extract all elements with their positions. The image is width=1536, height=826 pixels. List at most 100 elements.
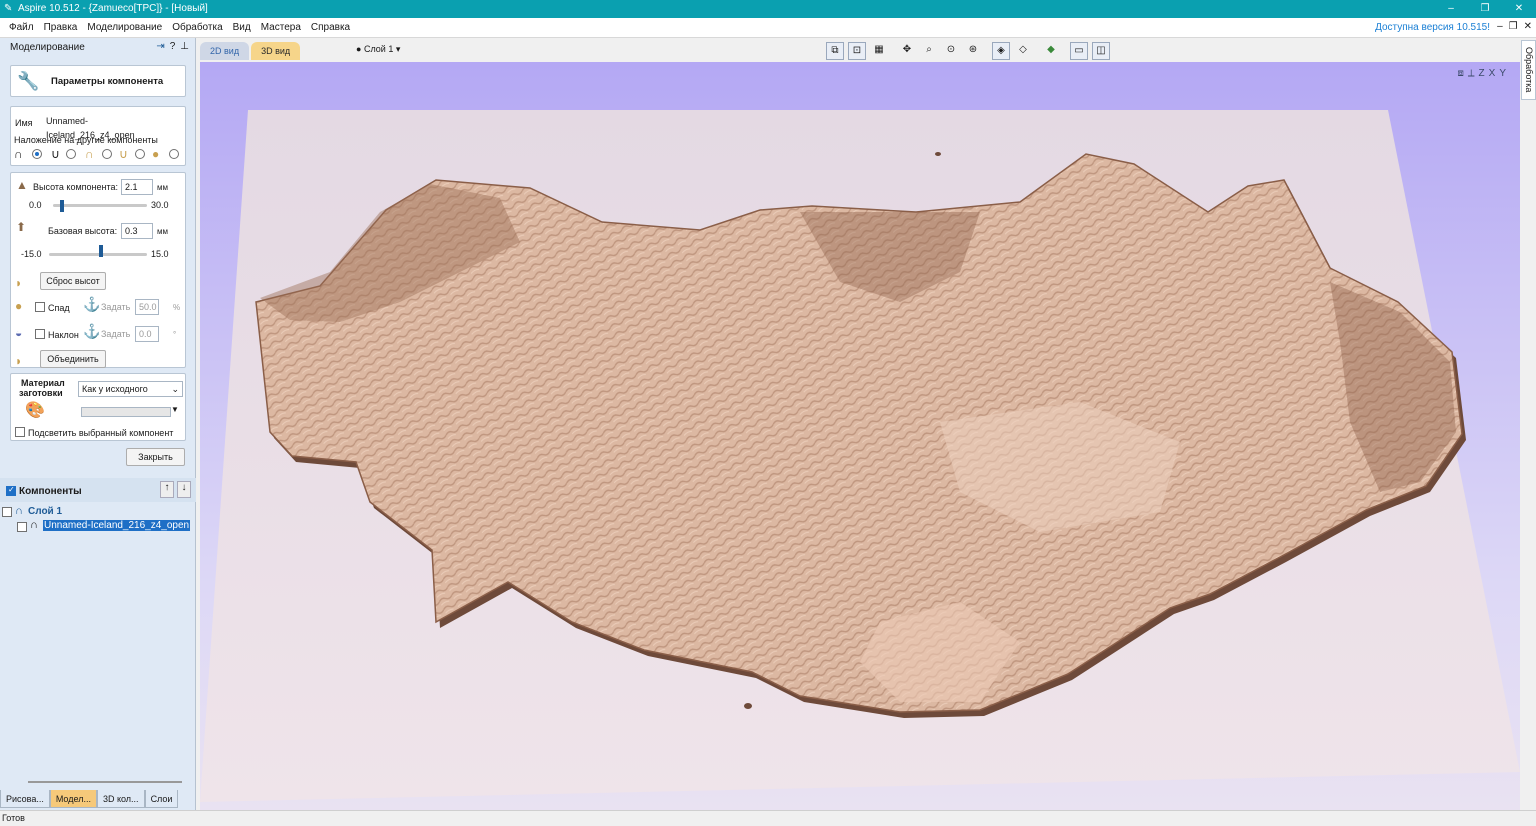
move-down-icon[interactable]: ↓ [177,481,191,498]
name-field[interactable]: Unnamed-Iceland_216_z4_open [43,114,175,140]
material-swatch[interactable] [81,407,171,417]
highlight-label: Подсветить выбранный компонент [28,428,174,438]
split-h-icon[interactable]: ▭ [1070,42,1088,60]
palette-icon: 🎨 [25,402,45,419]
material-select[interactable]: Как у исходного ⌄ [78,381,183,397]
base-height-min: -15.0 [21,249,42,259]
swatch-dropdown-icon[interactable]: ▼ [171,405,179,414]
zoom-select-icon[interactable]: ⊛ [964,42,982,60]
material-view-icon[interactable]: ◆ [1042,42,1060,60]
toolpath-view-icon[interactable]: ◇ [1014,42,1032,60]
doc-close-button[interactable]: ✕ [1524,21,1532,32]
minimize-button[interactable]: – [1434,0,1468,18]
menu-edit[interactable]: Правка [39,22,83,33]
menu-modeling[interactable]: Моделирование [82,22,167,33]
menu-help[interactable]: Справка [306,22,355,33]
component-checkbox[interactable] [17,521,27,532]
subtract-mode-icon: ∪ [51,147,60,161]
layer-icon: ∩ [15,505,23,517]
tab-2d-view[interactable]: 2D вид [200,42,250,60]
overlay-merge-high-radio[interactable] [102,149,112,159]
3d-viewport[interactable]: ⧈ ⟂ Z X Y [200,62,1520,810]
merge-button[interactable]: Объединить [40,350,106,368]
update-available-link[interactable]: Доступна версия 10.515! [1375,22,1490,33]
pan-icon[interactable]: ✥ [898,42,916,60]
menu-toolpaths[interactable]: Обработка [167,22,227,33]
fade-checkbox[interactable] [35,302,45,312]
tab-layers[interactable]: Слои [144,790,179,808]
material-label-2: заготовки [19,388,63,398]
height-input[interactable]: 2.1 [121,179,153,195]
height-min: 0.0 [29,200,42,210]
height-slider[interactable] [53,204,147,207]
merge-high-icon: ∩ [85,147,94,161]
height-label: Высота компонента: [33,182,118,192]
chevron-down-icon: ⌄ [171,384,179,394]
pushpin-icon[interactable]: ⊥ [180,41,189,52]
fade-label: Спад [48,303,70,313]
overlay-merge-low-radio[interactable] [135,149,145,159]
zoom-icon[interactable]: ⌕ [920,42,938,60]
x-view-icon[interactable]: X [1489,68,1496,79]
overlay-subtract-radio[interactable] [66,149,76,159]
panel-scrollbar[interactable] [28,781,182,783]
doc-minimize-button[interactable]: – [1497,21,1503,32]
name-label: Имя [15,118,33,128]
reset-heights-button[interactable]: Сброс высот [40,272,106,290]
menu-wizards[interactable]: Мастера [256,22,306,33]
tilt-checkbox[interactable] [35,329,45,339]
tab-3d-view[interactable]: 3D вид [251,42,301,60]
components-visible-checkbox[interactable] [6,485,16,496]
pin-icon[interactable]: ⇥ [156,41,164,52]
layer-checkbox[interactable] [2,506,12,517]
status-text: Готов [2,813,25,823]
axis-view-icon[interactable]: ⟂ [1468,68,1475,79]
tab-3d-clipart[interactable]: 3D кол... [96,790,145,808]
fade-anchor-icon[interactable]: ⚓ [83,297,100,311]
shade-icon[interactable]: ◈ [992,42,1010,60]
split-v-icon[interactable]: ◫ [1092,42,1110,60]
island-1 [935,152,941,156]
layer-name[interactable]: Слой 1 [28,506,62,517]
base-height-slider-thumb[interactable] [98,245,103,257]
tab-drawing[interactable]: Рисова... [0,790,50,808]
component-item[interactable]: Unnamed-Iceland_216_z4_open [43,520,191,531]
highlight-checkbox[interactable] [15,427,25,437]
modeling-panel: Моделирование ⇥ ? ⊥ 🔧 Параметры компонен… [0,38,196,810]
toolpaths-side-tab[interactable]: Обработка [1521,40,1536,100]
tilt-value-input[interactable]: 0.0 [135,326,159,342]
iso-view-icon[interactable]: ⧈ [1458,68,1464,79]
close-button[interactable]: Закрыть [126,448,185,466]
zoom-extents-icon[interactable]: ⧉ [826,42,844,60]
window-title: Aspire 10.512 - {Zamueco[TPC]} - [Новый] [18,3,208,14]
overlay-add-radio[interactable] [32,149,42,159]
menu-view[interactable]: Вид [228,22,256,33]
maximize-button[interactable]: ❐ [1468,0,1502,18]
island-2 [744,703,752,709]
zoom-material-icon[interactable]: ⊡ [848,42,866,60]
close-window-button[interactable]: ✕ [1502,0,1536,18]
z-view-icon[interactable]: Z [1479,68,1485,79]
add-mode-icon: ∩ [14,147,23,161]
move-up-icon[interactable]: ↑ [160,481,174,498]
overlay-label: Наложение на другие компоненты [14,135,158,145]
fade-value-input[interactable]: 50.0 [135,299,159,315]
zoom-box-icon[interactable]: ⊙ [942,42,960,60]
grid-icon[interactable]: ▦ [870,42,888,60]
status-bar: Готов [0,810,1536,826]
y-view-icon[interactable]: Y [1499,68,1506,79]
title-bar: ✎ Aspire 10.512 - {Zamueco[TPC]} - [Новы… [0,0,1536,18]
tilt-anchor-icon[interactable]: ⚓ [83,324,100,338]
reset-heights-icon: ◗ [15,276,23,290]
help-icon[interactable]: ? [170,41,176,52]
tilt-set-label: Задать [101,329,131,339]
height-slider-thumb[interactable] [59,200,64,212]
tab-modeling[interactable]: Модел... [49,790,97,808]
base-height-label: Базовая высота: [48,226,118,236]
layer-selector[interactable]: ● Слой 1 ▾ [356,44,400,55]
component-params-header: 🔧 Параметры компонента [10,65,186,97]
base-height-input[interactable]: 0.3 [121,223,153,239]
overlay-multiply-radio[interactable] [169,149,179,159]
menu-file[interactable]: Файл [4,22,39,33]
doc-restore-button[interactable]: ❐ [1509,21,1518,32]
